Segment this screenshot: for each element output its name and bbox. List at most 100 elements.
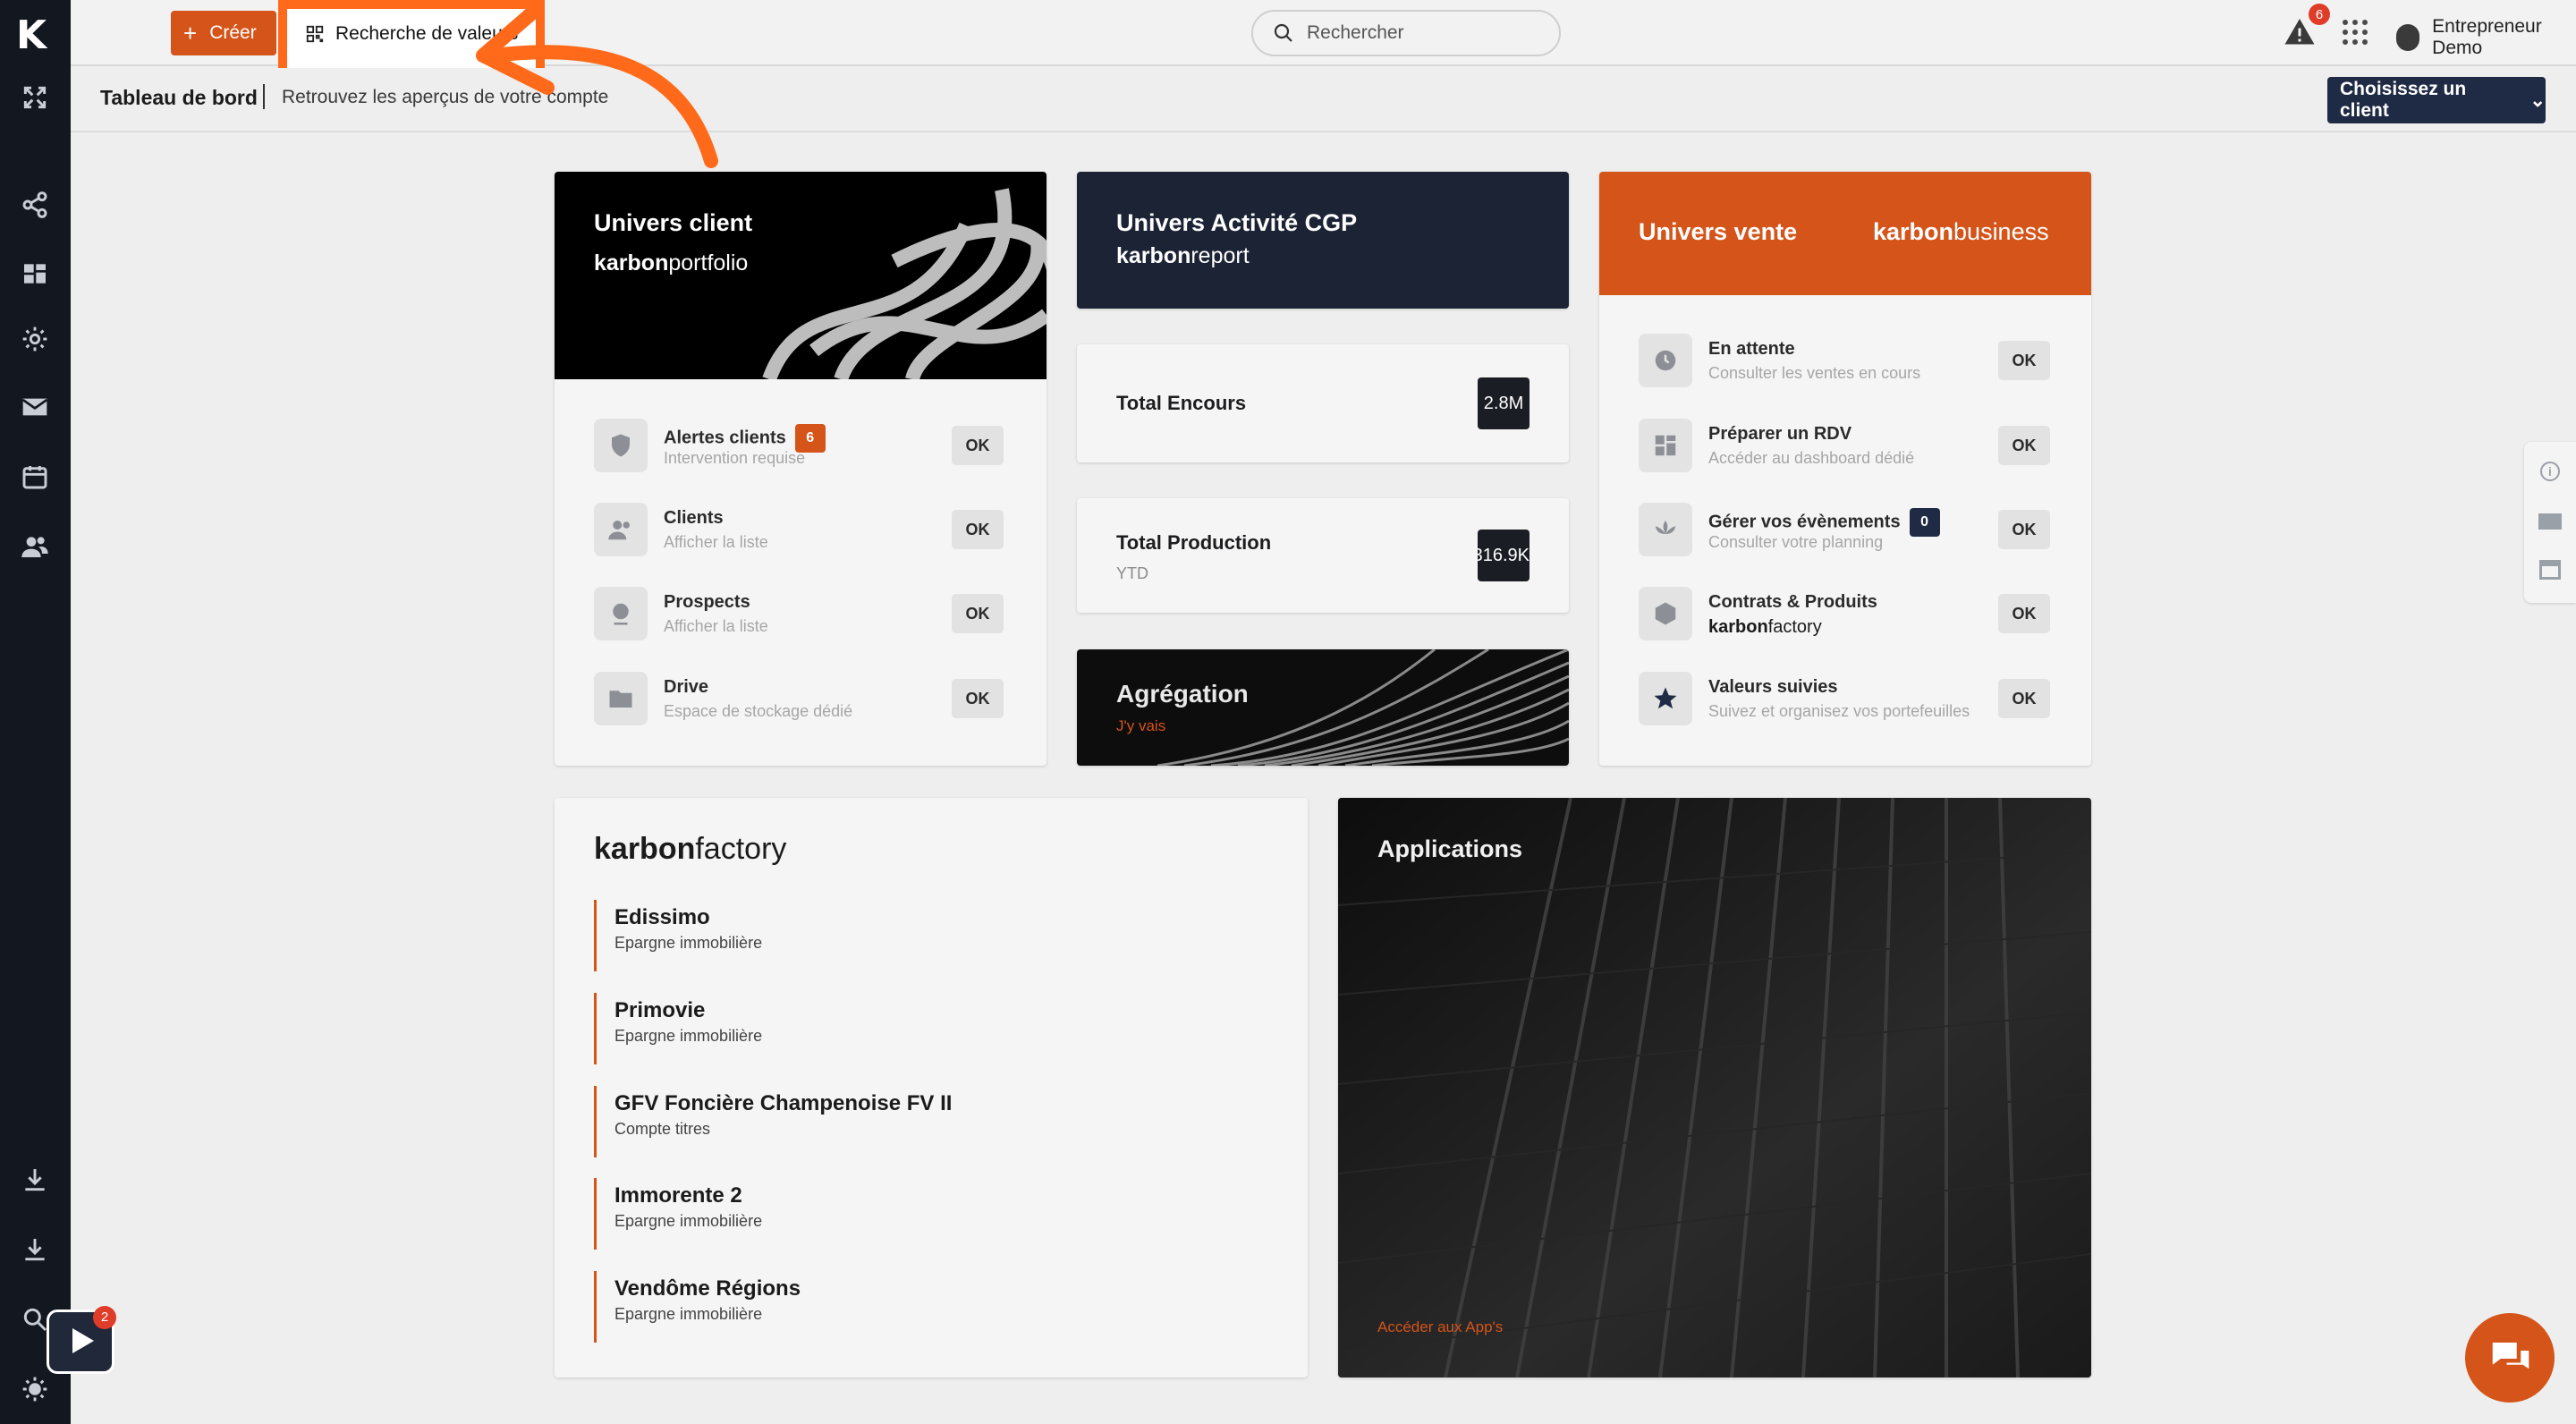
expand-icon[interactable]: [18, 81, 52, 114]
agregation-link[interactable]: J'y vais: [1116, 717, 1165, 735]
recherche-valeurs-button[interactable]: Recherche de valeurs: [305, 20, 518, 48]
row-clients[interactable]: Clients Afficher la liste OK: [555, 490, 1046, 569]
univers-client-header[interactable]: Univers client karbonportfolio: [555, 172, 1046, 379]
row-title: Drive: [664, 677, 709, 697]
karbon-portfolio-logo: karbonportfolio: [594, 250, 749, 275]
total-encours-value: 2.8M: [1478, 377, 1530, 429]
dashboard-icon: [1639, 419, 1692, 472]
page-title: Tableau de bord: [100, 86, 258, 109]
mail-icon[interactable]: [18, 390, 52, 424]
breadcrumb-separator: [263, 84, 265, 109]
users-icon[interactable]: [18, 530, 52, 564]
row-subtitle: Afficher la liste: [664, 617, 768, 635]
ok-button[interactable]: OK: [1998, 426, 2050, 465]
applications-link[interactable]: Accéder aux App's: [1377, 1318, 1503, 1336]
factory-item[interactable]: Immorente 2 Epargne immobilière: [594, 1178, 762, 1250]
download-icon-2[interactable]: [18, 1233, 52, 1267]
row-subtitle: Consulter votre planning: [1708, 533, 1884, 551]
lotus-icon: [1639, 503, 1692, 556]
factory-item[interactable]: Primovie Epargne immobilière: [594, 993, 762, 1064]
ok-button[interactable]: OK: [1998, 679, 2050, 718]
video-badge: 2: [93, 1306, 116, 1329]
row-subtitle: Consulter les ventes en cours: [1708, 364, 1921, 382]
factory-item-sub: Epargne immobilière: [614, 1212, 763, 1230]
univers-vente-title: Univers vente: [1639, 218, 1798, 245]
settings-icon[interactable]: [18, 322, 52, 356]
karbon-report-logo: karbonreport: [1116, 243, 1250, 268]
factory-item[interactable]: GFV Foncière Champenoise FV II Compte ti…: [594, 1086, 952, 1157]
row-prospects[interactable]: Prospects Afficher la liste OK: [555, 574, 1046, 653]
row-gerer-evenements[interactable]: Gérer vos évènements 0 Consulter votre pl…: [1599, 490, 2091, 569]
info-icon[interactable]: i: [2540, 462, 2560, 481]
total-encours-card[interactable]: Total Encours 2.8M: [1077, 344, 1569, 462]
ok-button[interactable]: OK: [952, 679, 1004, 718]
total-production-card[interactable]: Total Production YTD 316.9K: [1077, 498, 1569, 613]
page-subtitle: Retrouvez les aperçus de votre compte: [282, 87, 609, 107]
people-icon: [594, 503, 648, 556]
recherche-valeurs-label: Recherche de valeurs: [335, 23, 519, 44]
ok-button[interactable]: OK: [952, 594, 1004, 633]
user-avatar-icon: [2396, 24, 2420, 51]
agregation-card[interactable]: Agrégation J'y vais: [1077, 649, 1569, 766]
row-en-attente[interactable]: En attente Consulter les ventes en cours…: [1599, 321, 2091, 400]
quick-actions-panel: i: [2524, 442, 2576, 603]
chat-button[interactable]: [2465, 1313, 2555, 1403]
download-icon[interactable]: [18, 1163, 52, 1197]
share-icon[interactable]: [18, 188, 52, 222]
row-subtitle: Intervention requise: [664, 449, 806, 467]
sidebar: K: [0, 0, 71, 1424]
skyscraper-image: [1338, 798, 2091, 1377]
factory-item-sub: Epargne immobilière: [614, 934, 763, 952]
apps-grid-icon[interactable]: [2343, 20, 2368, 45]
ok-button[interactable]: OK: [952, 426, 1004, 465]
ok-button[interactable]: OK: [1998, 594, 2050, 633]
row-contrats-produits[interactable]: Contrats & Produits karbonfactory OK: [1599, 574, 2091, 653]
user-menu[interactable]: Entrepreneur Demo: [2396, 16, 2576, 59]
total-encours-label: Total Encours: [1116, 392, 1247, 414]
row-preparer-rdv[interactable]: Préparer un RDV Accéder au dashboard déd…: [1599, 406, 2091, 485]
factory-item-name: Edissimo: [614, 905, 710, 929]
mail-icon[interactable]: [2538, 513, 2562, 530]
univers-client-title: Univers client: [594, 209, 753, 236]
ok-button[interactable]: OK: [952, 510, 1004, 549]
evenements-badge: 0: [1909, 508, 1940, 537]
alert-badge: 6: [2309, 4, 2330, 25]
chevron-down-icon: ⌄: [2529, 89, 2546, 111]
factory-item-sub: Epargne immobilière: [614, 1027, 763, 1045]
theme-toggle-icon[interactable]: [18, 1372, 52, 1406]
factory-item-name: Primovie: [614, 998, 706, 1022]
applications-card[interactable]: Applications Accéder aux App's: [1338, 798, 2091, 1377]
total-production-value: 316.9K: [1478, 530, 1530, 581]
create-button[interactable]: + Créer: [171, 11, 276, 55]
search-placeholder: Rechercher: [1307, 22, 1404, 43]
factory-item-name: Vendôme Régions: [614, 1276, 801, 1301]
row-subtitle: Espace de stockage dédié: [664, 702, 853, 720]
topbar: + Créer Recherche de valeurs Rechercher …: [71, 0, 2576, 81]
factory-item[interactable]: Edissimo Epargne immobilière: [594, 900, 762, 971]
univers-vente-header[interactable]: Univers vente karbonbusiness: [1599, 172, 2091, 295]
row-valeurs-suivies[interactable]: Valeurs suivies Suivez et organisez vos …: [1599, 659, 2091, 738]
row-title: Clients: [664, 508, 724, 528]
search-bar[interactable]: Rechercher: [1251, 10, 1561, 56]
karbon-logo[interactable]: K: [16, 13, 54, 58]
univers-client-card: Univers client karbonportfolio Alertes c…: [555, 172, 1046, 766]
star-icon: [1639, 672, 1692, 725]
ok-button[interactable]: OK: [1998, 510, 2050, 549]
calendar-icon[interactable]: [2539, 560, 2561, 580]
row-drive[interactable]: Drive Espace de stockage dédié OK: [555, 659, 1046, 738]
shield-icon: [594, 419, 648, 472]
row-alertes-clients[interactable]: Alertes clients 6 Intervention requise OK: [555, 406, 1046, 485]
create-label: Créer: [209, 22, 257, 43]
ok-button[interactable]: OK: [1998, 341, 2050, 380]
row-title: Prospects: [664, 592, 750, 612]
choose-client-button[interactable]: Choisissez un client ⌄: [2327, 77, 2546, 123]
play-icon: [72, 1328, 94, 1353]
univers-cgp-card[interactable]: Univers Activité CGP karbonreport: [1077, 172, 1569, 309]
row-subtitle: Accéder au dashboard dédié: [1708, 449, 1915, 467]
factory-item[interactable]: Vendôme Régions Epargne immobilière: [594, 1271, 801, 1343]
factory-item-name: GFV Foncière Champenoise FV II: [614, 1091, 953, 1115]
dashboard-icon[interactable]: [18, 257, 52, 291]
search-icon: [1274, 23, 1292, 42]
calendar-icon[interactable]: [18, 460, 52, 494]
choose-client-label: Choisissez un client: [2340, 79, 2467, 121]
